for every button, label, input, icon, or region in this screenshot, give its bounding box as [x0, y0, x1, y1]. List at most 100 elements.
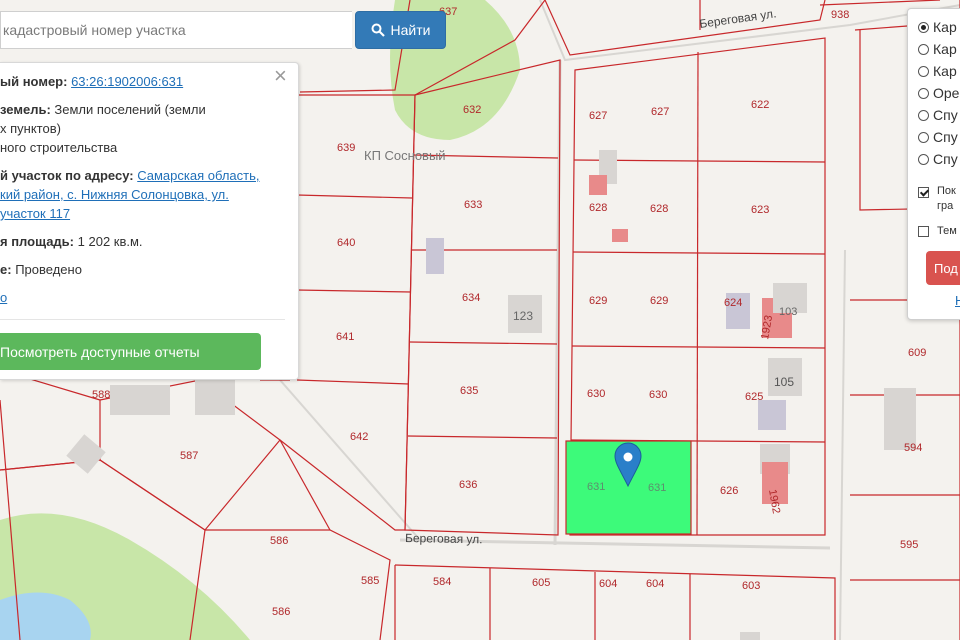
layer-option-3[interactable]: Кар	[918, 61, 957, 81]
plot-label: 630	[649, 389, 667, 401]
plot-label: 640	[337, 237, 355, 249]
layer-label: Кар	[933, 19, 957, 35]
plot-label: 595	[900, 539, 918, 551]
search-icon	[371, 23, 385, 37]
plot-label: 629	[650, 295, 668, 307]
checkbox-icon[interactable]	[918, 225, 929, 237]
radio-icon[interactable]	[918, 131, 929, 143]
address-label: й участок по адресу:	[0, 168, 134, 183]
more-link[interactable]: о	[0, 289, 7, 307]
checkbox-checked-icon[interactable]	[918, 187, 929, 198]
search-button[interactable]: Найти	[355, 11, 446, 49]
layer-option-1[interactable]: Кар	[918, 17, 957, 37]
plot-label: 626	[720, 485, 738, 497]
plot-label: 641	[336, 331, 354, 343]
land-category-line2: х пунктов)	[0, 121, 61, 136]
street-label-bottom: Береговая ул.	[405, 531, 483, 546]
layer-label: Оре	[933, 85, 960, 101]
layers-panel: Кар Кар Кар Оре Спу Спу Спу Пок гра Тем …	[907, 8, 960, 320]
address-link-line2[interactable]: кий район, с. Нижняя Солонцовка, ул.	[0, 186, 229, 204]
layer-label: Кар	[933, 63, 957, 79]
address-row: й участок по адресу: Самарская область,	[0, 167, 260, 185]
plot-label: 629	[589, 295, 607, 307]
plot-label: 622	[751, 99, 769, 111]
land-category-label: земель:	[0, 102, 51, 117]
close-icon[interactable]: ×	[274, 65, 287, 87]
radio-icon[interactable]	[918, 43, 929, 55]
plot-label: 627	[589, 110, 607, 122]
plot-label: 632	[463, 104, 481, 116]
layers-link[interactable]: Н	[955, 293, 960, 308]
survey-value: Проведено	[15, 262, 82, 277]
overlay-option-1[interactable]: Пок гра	[918, 184, 956, 212]
plot-label: 627	[651, 106, 669, 118]
cadastral-number-link[interactable]: 63:26:1902006:631	[71, 74, 183, 89]
plot-label: 628	[589, 202, 607, 214]
radio-icon[interactable]	[918, 109, 929, 121]
plot-label: 634	[462, 292, 480, 304]
plot-label: 633	[464, 199, 482, 211]
layer-label: Спу	[933, 151, 958, 167]
area-row: я площадь: 1 202 кв.м.	[0, 233, 143, 251]
land-category-value: Земли поселений (земли	[54, 102, 206, 117]
plot-label: 625	[745, 391, 763, 403]
plot-label: 609	[908, 347, 926, 359]
search-input[interactable]	[0, 11, 352, 49]
plot-label: 604	[599, 578, 617, 590]
layer-option-5[interactable]: Спу	[918, 105, 958, 125]
plot-label: 588	[92, 389, 110, 401]
area-label: я площадь:	[0, 234, 75, 249]
view-reports-button[interactable]: Посмотреть доступные отчеты	[0, 333, 261, 370]
radio-icon[interactable]	[918, 153, 929, 165]
layer-option-2[interactable]: Кар	[918, 39, 957, 59]
land-category-row: земель: Земли поселений (земли	[0, 101, 206, 119]
plot-label: 623	[751, 204, 769, 216]
plot-label: 105	[774, 375, 794, 389]
plot-label: 584	[433, 576, 451, 588]
settlement-label: КП Сосновый	[364, 148, 446, 163]
address-link-line1[interactable]: Самарская область,	[137, 168, 259, 183]
layer-option-7[interactable]: Спу	[918, 149, 958, 169]
address-link-line3[interactable]: участок 117	[0, 205, 70, 223]
layers-apply-button[interactable]: Под	[926, 251, 960, 285]
plot-label: 103	[779, 306, 797, 318]
overlay-label-line1: Пок	[937, 185, 956, 197]
plot-label: 635	[460, 385, 478, 397]
plot-label: 123	[513, 309, 533, 323]
plot-label: 586	[270, 535, 288, 547]
plot-label: 586	[272, 606, 290, 618]
plot-label: 630	[587, 388, 605, 400]
survey-label: е:	[0, 262, 12, 277]
area-value: 1 202 кв.м.	[77, 234, 143, 249]
plot-label: 587	[180, 450, 198, 462]
overlay-label-line2: гра	[937, 200, 954, 212]
layer-label: Кар	[933, 41, 957, 57]
panel-divider	[0, 319, 285, 320]
radio-icon[interactable]	[918, 65, 929, 77]
plot-label: 604	[646, 578, 664, 590]
cadastral-number-row: ый номер: 63:26:1902006:631	[0, 73, 183, 91]
layer-option-6[interactable]: Спу	[918, 127, 958, 147]
plot-label: 639	[337, 142, 355, 154]
plot-label: 636	[459, 479, 477, 491]
cadastral-number-label: ый номер:	[0, 74, 68, 89]
plot-label: 605	[532, 577, 550, 589]
layer-option-4[interactable]: Оре	[918, 83, 959, 103]
layer-label: Спу	[933, 107, 958, 123]
plot-label: 585	[361, 575, 379, 587]
radio-checked-icon[interactable]	[918, 21, 929, 33]
plot-label: 628	[650, 203, 668, 215]
land-category-line3: ного строительства	[0, 140, 118, 155]
radio-icon[interactable]	[918, 87, 929, 99]
overlay-option-2[interactable]: Тем	[918, 221, 957, 241]
overlay-label: Тем	[937, 224, 957, 237]
overlay-label: Пок гра	[937, 184, 956, 214]
plot-label: 624	[724, 297, 742, 309]
layer-label: Спу	[933, 129, 958, 145]
plot-label: 642	[350, 431, 368, 443]
plot-label: 631	[648, 482, 666, 494]
search-button-label: Найти	[390, 22, 431, 38]
survey-row: е: Проведено	[0, 261, 82, 279]
plot-label: 631	[587, 481, 605, 493]
plot-info-panel: × ый номер: 63:26:1902006:631 земель: Зе…	[0, 62, 299, 380]
